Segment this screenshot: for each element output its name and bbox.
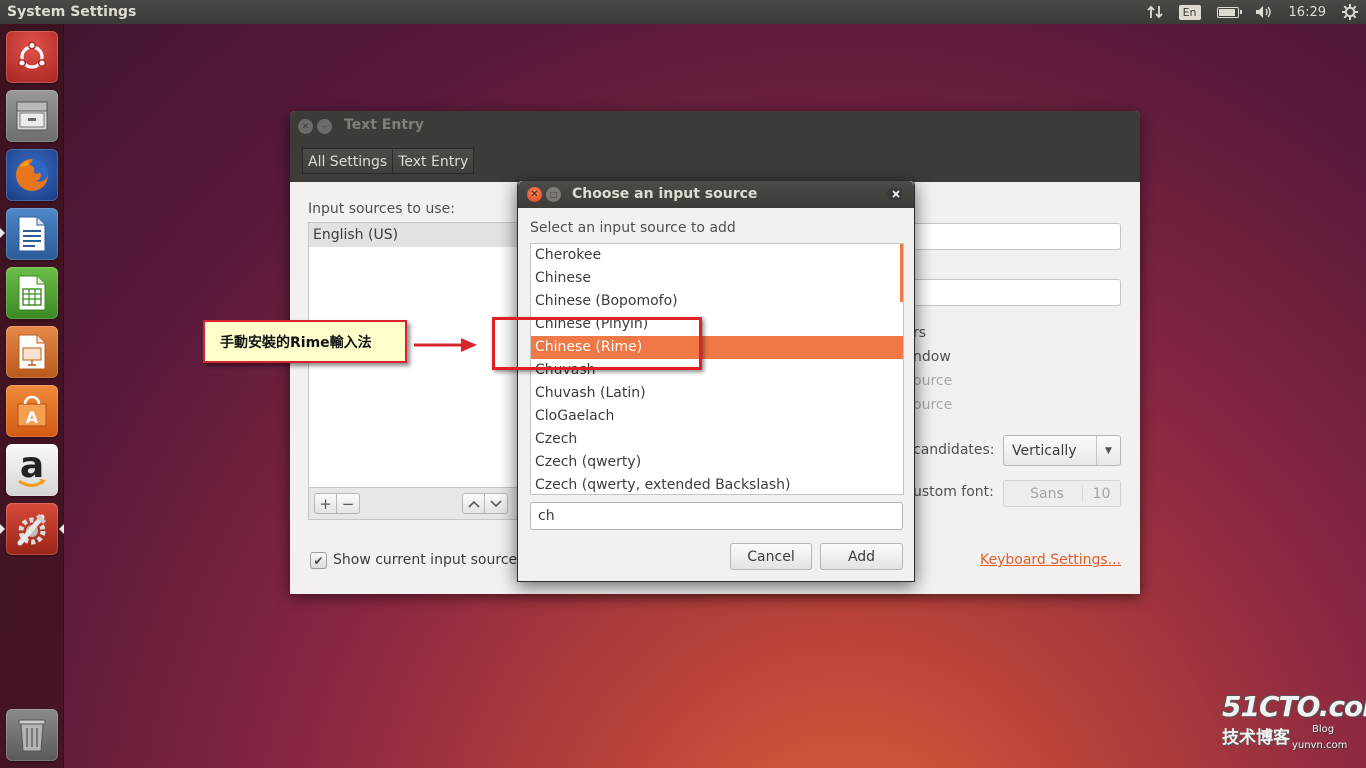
watermark-line2: Blog	[1312, 724, 1335, 735]
list-item[interactable]: Chinese (Bopomofo)	[531, 290, 903, 313]
list-toolbar: + −	[308, 488, 520, 520]
watermark-logo: 51CTO.com	[1222, 690, 1366, 723]
chevron-up-icon	[467, 500, 480, 508]
running-indicator	[0, 524, 5, 534]
indicator-area: En 16:29	[1139, 0, 1366, 24]
add-source-button[interactable]: +	[314, 493, 337, 514]
window-titlebar: ✕ – Text Entry All Settings Text Entry	[290, 111, 1140, 182]
candidates-label: candidates:	[913, 442, 995, 458]
dialog-titlebar: ✕ □ Choose an input source	[518, 181, 914, 208]
scrollbar[interactable]	[900, 244, 903, 302]
candidates-value: Vertically	[1012, 442, 1077, 459]
software-center-glyph: A	[26, 408, 39, 427]
app-title: System Settings	[7, 4, 137, 20]
add-button[interactable]: Add	[820, 543, 903, 570]
network-icon[interactable]	[1139, 0, 1171, 24]
shortcut-field-previous[interactable]	[896, 223, 1121, 250]
amazon-icon[interactable]: a	[6, 444, 58, 496]
close-icon[interactable]: ✕	[298, 119, 313, 134]
keyboard-layout-badge: En	[1178, 4, 1201, 20]
search-input[interactable]: ch	[530, 502, 903, 530]
volume-icon[interactable]	[1247, 0, 1281, 24]
font-name: Sans	[1030, 485, 1064, 502]
breadcrumb: All Settings Text Entry	[302, 148, 475, 174]
show-current-source-checkbox[interactable]: ✔	[310, 552, 327, 569]
font-size: 10	[1082, 485, 1120, 502]
list-item[interactable]: Czech	[531, 428, 903, 451]
keyboard-settings-link[interactable]: Keyboard Settings...	[980, 552, 1121, 568]
list-item[interactable]: Chinese	[531, 267, 903, 290]
libreoffice-impress-icon[interactable]	[6, 326, 58, 378]
list-item[interactable]: Czech (qwerty, extended Backslash)	[531, 474, 903, 494]
move-up-button[interactable]	[462, 493, 485, 514]
annotation-callout: 手動安裝的Rime輸入法	[203, 320, 407, 363]
list-item[interactable]: Cherokee	[531, 244, 903, 267]
annotation-arrow-icon	[414, 338, 477, 352]
keyboard-indicator[interactable]: En	[1171, 0, 1209, 24]
gear-icon[interactable]	[1334, 0, 1366, 24]
dialog-title: Choose an input source	[572, 186, 758, 202]
trash-icon[interactable]	[6, 709, 58, 761]
top-panel: System Settings En 16:29	[0, 0, 1366, 24]
watermark: 51CTO.com 技术博客 Blog yunvn.com	[1222, 690, 1366, 764]
system-settings-icon[interactable]	[6, 503, 58, 555]
launcher: A a	[0, 24, 64, 768]
ubuntu-logo-icon[interactable]	[6, 31, 58, 83]
list-item[interactable]: Czech (qwerty)	[531, 451, 903, 474]
custom-font-button[interactable]: Sans 10	[1003, 480, 1121, 507]
software-center-icon[interactable]: A	[6, 385, 58, 437]
custom-font-label: ustom font:	[913, 484, 994, 500]
focused-indicator	[59, 524, 64, 534]
chevron-down-icon	[490, 499, 502, 507]
minimize-icon[interactable]: –	[317, 119, 332, 134]
list-item[interactable]: English (US)	[309, 223, 519, 247]
move-down-button[interactable]	[485, 493, 508, 514]
candidates-orientation-select[interactable]: Vertically ▼	[1003, 435, 1121, 466]
libreoffice-calc-icon[interactable]	[6, 267, 58, 319]
libreoffice-writer-icon[interactable]	[6, 208, 58, 260]
firefox-icon[interactable]	[6, 149, 58, 201]
clock[interactable]: 16:29	[1281, 0, 1334, 24]
remove-source-button[interactable]: −	[337, 493, 360, 514]
window-title: Text Entry	[344, 117, 425, 133]
annotation-highlight-box	[492, 317, 702, 370]
show-current-source-label: Show current input source in	[333, 552, 521, 568]
watermark-line3: yunvn.com	[1292, 740, 1348, 751]
chevron-down-icon: ▼	[1096, 436, 1120, 465]
files-icon[interactable]	[6, 90, 58, 142]
minimize-icon[interactable]: □	[546, 187, 561, 202]
clear-icon[interactable]	[885, 188, 902, 200]
breadcrumb-all-settings[interactable]: All Settings	[302, 148, 394, 174]
breadcrumb-text-entry[interactable]: Text Entry	[393, 148, 475, 174]
shortcut-field-next[interactable]	[896, 279, 1121, 306]
close-icon[interactable]: ✕	[527, 187, 542, 202]
list-item[interactable]: Chuvash (Latin)	[531, 382, 903, 405]
choose-input-source-dialog: ✕ □ Choose an input source Select an inp…	[517, 180, 915, 582]
option-label-partial: ource	[913, 397, 953, 413]
cancel-button[interactable]: Cancel	[730, 543, 812, 570]
option-label-partial: ource	[913, 373, 953, 389]
input-sources-label: Input sources to use:	[308, 201, 455, 217]
running-indicator	[0, 228, 5, 238]
list-item[interactable]: CloGaelach	[531, 405, 903, 428]
battery-icon[interactable]	[1209, 0, 1247, 24]
dialog-prompt: Select an input source to add	[530, 220, 736, 236]
option-label-partial: ndow	[913, 349, 951, 365]
